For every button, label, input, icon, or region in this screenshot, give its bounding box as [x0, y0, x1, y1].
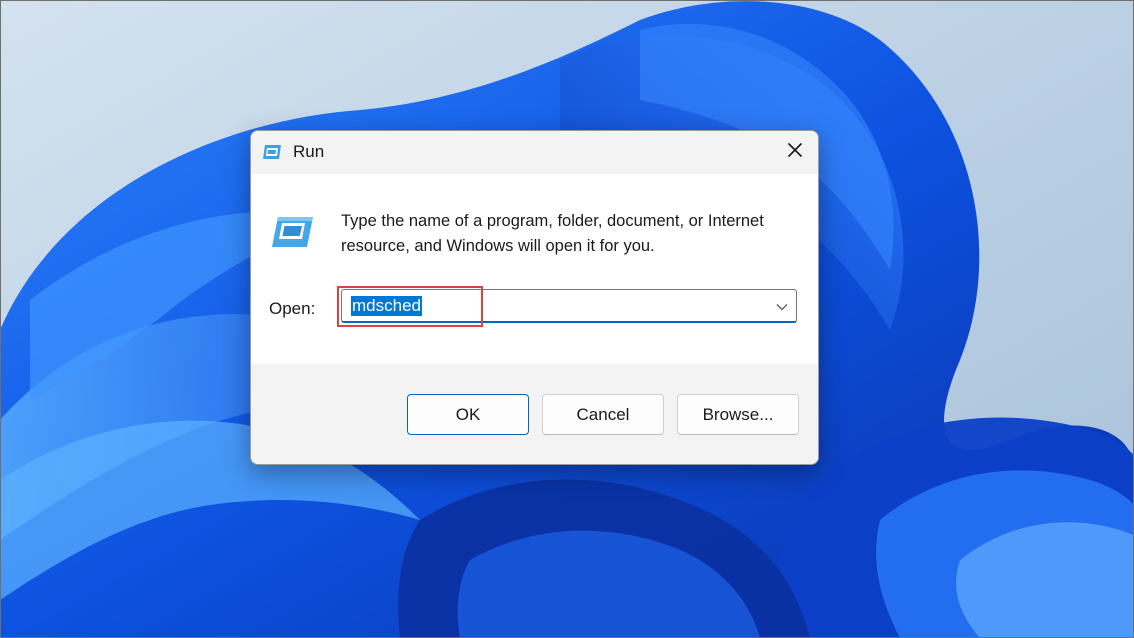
dialog-description: Type the name of a program, folder, docu… [341, 212, 764, 255]
run-dialog: Run Type the name of a program, folder, … [250, 130, 819, 465]
ok-button[interactable]: OK [407, 394, 529, 435]
open-label: Open: [269, 299, 316, 318]
chevron-down-icon[interactable] [775, 300, 789, 312]
run-app-icon [270, 215, 314, 249]
cancel-button[interactable]: Cancel [542, 394, 664, 435]
run-app-icon [262, 144, 282, 160]
dialog-content: Type the name of a program, folder, docu… [251, 174, 818, 364]
close-icon [787, 142, 803, 163]
open-input[interactable]: mdsched [351, 296, 422, 316]
dialog-title: Run [293, 142, 325, 161]
browse-button[interactable]: Browse... [677, 394, 799, 435]
title-bar[interactable]: Run [251, 131, 818, 174]
close-button[interactable] [772, 131, 818, 174]
open-combobox[interactable]: mdsched [341, 289, 797, 323]
button-bar: OK Cancel Browse... [251, 364, 818, 464]
